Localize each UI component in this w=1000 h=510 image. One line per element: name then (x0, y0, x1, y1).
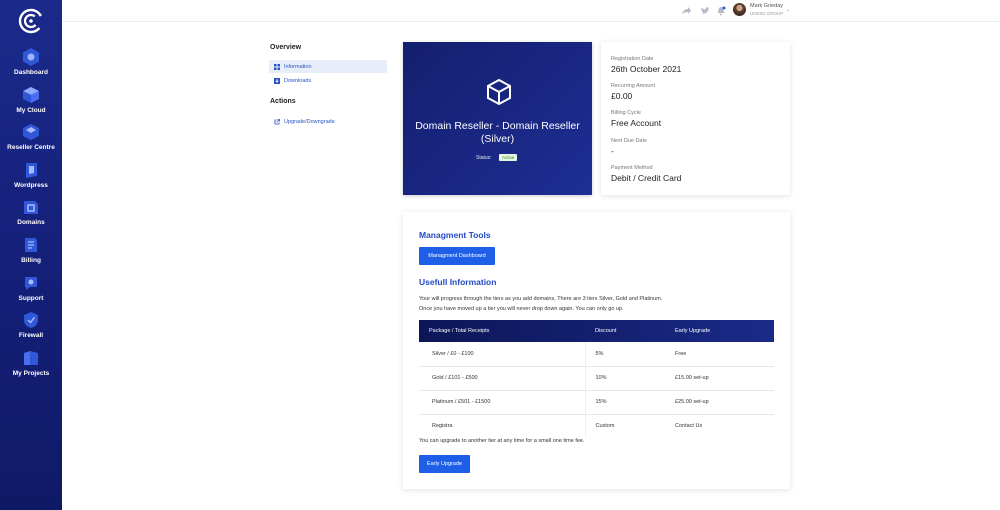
menu-item-label: Information (284, 63, 312, 70)
actions-title: Actions (270, 98, 296, 105)
projects-icon (24, 350, 38, 365)
column-header: Discount (595, 328, 617, 334)
menu-item-downloads[interactable]: Downloads (269, 74, 387, 87)
sidebar-item-label: Firewall (18, 332, 44, 340)
recurring-amount-label: Recurring Amount (611, 83, 656, 89)
table-cell: Contact Us (675, 423, 703, 430)
user-name[interactable]: Mark Grieday (750, 3, 783, 9)
user-org: UKBSD GROUP (750, 11, 784, 16)
reseller-icon (23, 124, 39, 141)
support-icon (25, 276, 37, 290)
menu-item-label: Upgrade/Downgrade (284, 118, 335, 125)
table-row: Gold / £101 - £500 10% £15.00 set-up (419, 366, 774, 391)
topbar (62, 0, 1000, 22)
table-cell: 5% (585, 342, 665, 367)
chevron-down-icon[interactable]: ⌄ (786, 7, 790, 13)
payment-method-value: Debit / Credit Card (611, 173, 682, 183)
firewall-icon (24, 312, 38, 329)
column-header: Package / Total Receipts (429, 328, 490, 334)
table-cell: Custom (595, 423, 615, 430)
share-icon[interactable] (681, 6, 691, 16)
status-label: Status: (476, 155, 492, 161)
sidebar-item-support[interactable]: Support (0, 271, 62, 309)
management-tools-title: Managment Tools (419, 230, 491, 240)
early-upgrade-button[interactable]: Early Upgrade (419, 455, 470, 473)
download-icon (274, 77, 280, 84)
table-row: Platinum / £501 - £1500 15% £25.00 set-u… (419, 390, 774, 415)
table-cell: £15.00 set-up (665, 366, 774, 391)
grid-icon (274, 63, 280, 70)
next-due-date-label: Next Due Date (611, 138, 648, 144)
column-header: Early Upgrade (675, 328, 711, 334)
menu-item-upgrade-downgrade[interactable]: Upgrade/Downgrade (269, 115, 387, 128)
sidebar-item-label: Dashboard (14, 69, 48, 76)
billing-icon (25, 237, 37, 252)
sidebar-item-dashboard[interactable]: Dashboard (0, 45, 62, 83)
management-dashboard-button[interactable]: Managment Dashboard (419, 247, 495, 265)
payment-method-label: Payment Method (611, 165, 653, 171)
tiers-table: Package / Total Receipts Discount Early … (419, 320, 774, 438)
sidebar-item-my-projects[interactable]: My Projects (0, 346, 62, 384)
sidebar-item-billing[interactable]: Billing (0, 233, 62, 271)
table-cell: Gold / £101 - £500 (419, 366, 586, 391)
brand-logo-icon[interactable] (18, 8, 44, 34)
table-cell: Registra (419, 414, 586, 438)
cloud-icon (23, 86, 39, 103)
dashboard-icon (23, 48, 39, 66)
recurring-amount-value: £0.00 (611, 91, 633, 101)
twitter-icon[interactable] (700, 6, 710, 16)
product-card: Domain Reseller - Domain Reseller (Silve… (403, 42, 592, 195)
registration-date-label: Registration Date (611, 56, 654, 62)
sidebar-nav: Dashboard My Cloud Reseller Centre Wordp… (0, 45, 62, 383)
sidebar-item-firewall[interactable]: Firewall (0, 308, 62, 346)
upgrade-note: You can upgrade to another tier at any t… (419, 438, 585, 444)
table-cell: Platinum / £501 - £1500 (419, 390, 586, 415)
table-row: Registra Custom Contact Us (419, 414, 774, 438)
table-cell: £25.00 set-up (665, 390, 774, 415)
next-due-date-value: - (611, 146, 614, 156)
product-title: Domain Reseller - Domain Reseller (Silve… (415, 120, 580, 145)
overview-title: Overview (270, 44, 302, 51)
billing-cycle-value: Free Account (611, 118, 662, 128)
tier-info-line-2: Once you have moved up a tier you will n… (419, 306, 624, 312)
external-link-icon (274, 118, 280, 124)
sidebar-item-label: Wordpress (14, 181, 48, 189)
useful-information-title: Usefull Information (419, 277, 497, 287)
sidebar-item-domains[interactable]: Domains (0, 195, 62, 233)
table-cell: 10% (585, 366, 665, 391)
table-header-row: Package / Total Receipts Discount Early … (419, 320, 774, 342)
table-cell: Silver / £0 - £100 (419, 342, 586, 367)
status-badge: Active (499, 154, 518, 161)
domains-icon (24, 201, 38, 215)
wordpress-icon (26, 162, 37, 178)
sidebar-item-label: Support (18, 294, 44, 302)
notifications-icon[interactable] (716, 6, 726, 16)
sidebar-item-label: My Cloud (16, 106, 46, 114)
menu-item-information[interactable]: Information (269, 60, 387, 73)
sidebar-item-label: Billing (21, 256, 41, 264)
table-row: Silver / £0 - £100 5% Free (419, 342, 774, 367)
menu-item-label: Downloads (284, 77, 312, 84)
table-cell: Free (665, 342, 774, 367)
sidebar-item-reseller-centre[interactable]: Reseller Centre (0, 120, 62, 158)
sidebar-item-label: Reseller Centre (7, 144, 55, 152)
sidebar: Dashboard My Cloud Reseller Centre Wordp… (0, 0, 62, 510)
cube-icon (487, 78, 511, 106)
sidebar-item-label: My Projects (12, 369, 50, 377)
registration-date-value: 26th October 2021 (611, 64, 682, 74)
sidebar-item-my-cloud[interactable]: My Cloud (0, 83, 62, 121)
table-cell: 15% (585, 390, 665, 415)
tier-info-line-1: Your will progress through the tiers as … (419, 296, 663, 302)
avatar[interactable] (733, 3, 746, 16)
billing-cycle-label: Billing Cycle (611, 110, 641, 116)
sidebar-item-wordpress[interactable]: Wordpress (0, 158, 62, 196)
sidebar-item-label: Domains (17, 219, 45, 227)
